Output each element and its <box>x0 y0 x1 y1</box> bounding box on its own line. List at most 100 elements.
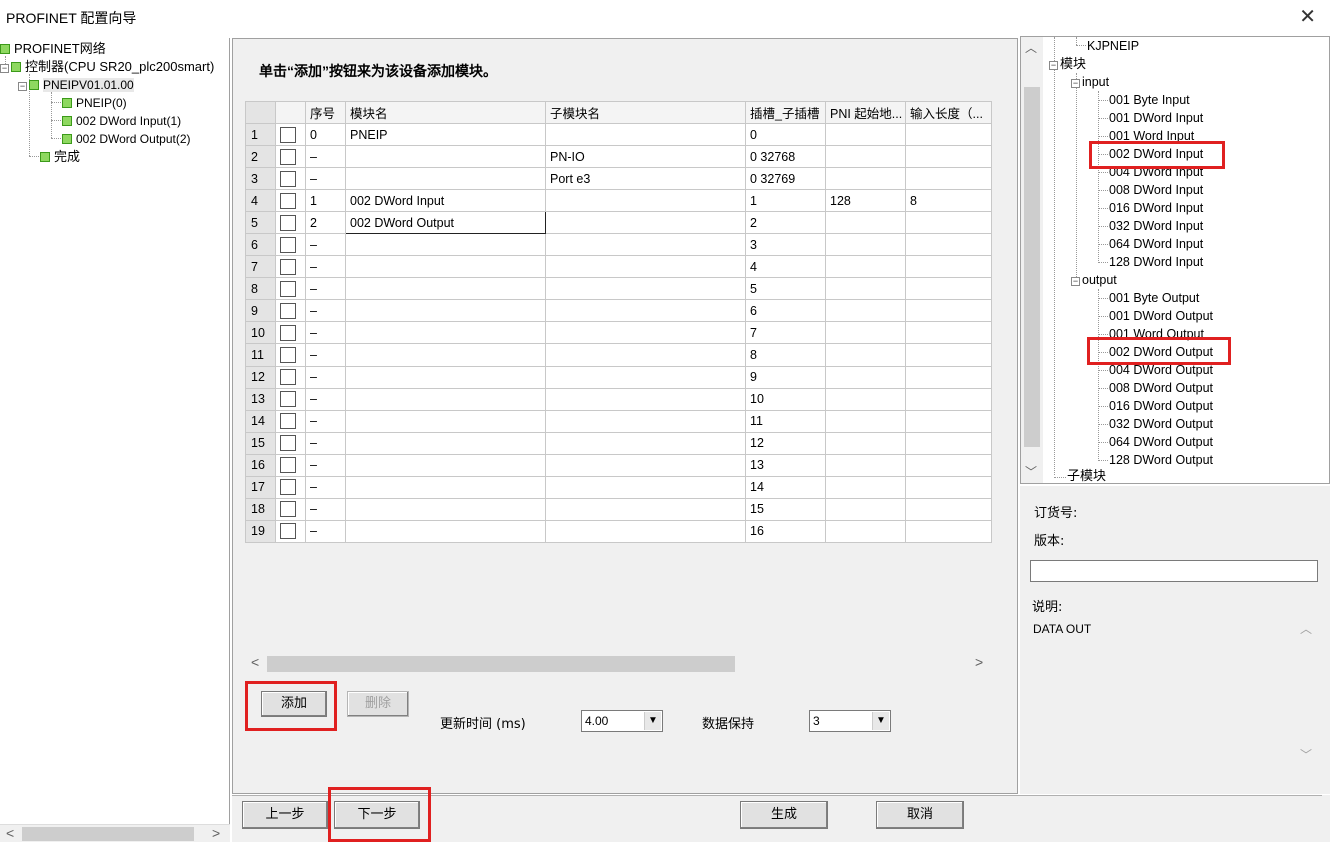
version-field[interactable] <box>1030 560 1318 582</box>
cell-module-name[interactable] <box>345 497 546 521</box>
header-slot[interactable]: 插槽_子插槽 <box>745 101 826 124</box>
catalog-top-item[interactable]: KJPNEIP <box>1087 37 1139 55</box>
collapse-icon[interactable]: − <box>18 82 27 91</box>
close-icon[interactable]: ✕ <box>1299 4 1316 29</box>
delete-button[interactable]: 删除 <box>347 691 409 717</box>
scroll-thumb[interactable] <box>22 827 194 841</box>
checkbox[interactable] <box>280 280 296 297</box>
module-catalog-tree[interactable]: ︿ ﹀ KJPNEIP − 模块 − input 001 Byte Input 001… <box>1020 36 1330 484</box>
cell-module-name[interactable] <box>345 365 546 389</box>
table-row[interactable]: 3 – Port e3 0 32769 <box>245 167 992 191</box>
cell-pni-address[interactable] <box>825 497 906 521</box>
cell-pni-address[interactable] <box>825 343 906 367</box>
cell-module-name[interactable]: 002 DWord Output <box>345 211 546 235</box>
collapse-icon[interactable]: − <box>1049 61 1058 70</box>
cell-module-name[interactable] <box>345 519 546 544</box>
cell-module-name[interactable] <box>345 409 546 433</box>
row-checkbox[interactable] <box>275 365 306 389</box>
tree-device[interactable]: − PNEIPV01.01.00 <box>18 76 134 94</box>
catalog-item[interactable]: 032 DWord Output <box>1109 415 1213 433</box>
tree-root[interactable]: PROFINET网络 <box>0 40 106 58</box>
cell-pni-address[interactable] <box>825 409 906 433</box>
checkbox[interactable] <box>280 346 296 363</box>
table-row[interactable]: 7 – 4 <box>245 255 992 279</box>
cell-module-name[interactable]: 002 DWord Input <box>345 189 546 213</box>
description-scrollbar[interactable]: ︿ ﹀ <box>1296 618 1316 768</box>
catalog-submodules[interactable]: 子模块 <box>1067 467 1106 483</box>
scroll-right-icon[interactable]: > <box>212 825 220 841</box>
cell-module-name[interactable] <box>345 343 546 367</box>
cell-pni-address[interactable] <box>825 299 906 323</box>
row-checkbox[interactable] <box>275 255 306 279</box>
checkbox[interactable] <box>280 369 296 386</box>
catalog-item[interactable]: 001 DWord Input <box>1109 109 1203 127</box>
scroll-down-icon[interactable]: ﹀ <box>1300 746 1312 763</box>
catalog-item[interactable]: 001 DWord Output <box>1109 307 1213 325</box>
table-row[interactable]: 13 – 10 <box>245 387 992 411</box>
table-row[interactable]: 17 – 14 <box>245 475 992 499</box>
scroll-down-icon[interactable]: ﹀ <box>1025 463 1037 480</box>
cell-pni-address[interactable] <box>825 387 906 411</box>
data-hold-select[interactable]: 3 ▼ <box>809 710 891 732</box>
table-row[interactable]: 2 – PN-IO 0 32768 <box>245 145 992 169</box>
table-row[interactable]: 9 – 6 <box>245 299 992 323</box>
checkbox[interactable] <box>280 413 296 430</box>
catalog-item[interactable]: 001 Byte Output <box>1109 289 1199 307</box>
cell-pni-address[interactable] <box>825 321 906 345</box>
checkbox[interactable] <box>280 236 296 253</box>
row-checkbox[interactable] <box>275 475 306 499</box>
dropdown-arrow-icon[interactable]: ▼ <box>644 712 661 730</box>
cell-module-name[interactable] <box>345 321 546 345</box>
checkbox[interactable] <box>280 148 296 165</box>
table-row[interactable]: 15 – 12 <box>245 431 992 455</box>
grid-horizontal-scrollbar[interactable]: < > <box>245 653 991 673</box>
row-checkbox[interactable] <box>275 409 306 433</box>
cell-pni-address[interactable]: 128 <box>825 189 906 213</box>
table-row[interactable]: 1 0 PNEIP 0 <box>245 122 992 147</box>
catalog-item[interactable]: 008 DWord Input <box>1109 181 1203 199</box>
table-row[interactable]: 6 – 3 <box>245 233 992 257</box>
cell-pni-address[interactable] <box>825 365 906 389</box>
row-checkbox[interactable] <box>275 321 306 345</box>
header-pni-address[interactable]: PNI 起始地... <box>825 101 906 124</box>
checkbox[interactable] <box>280 214 296 231</box>
scroll-up-icon[interactable]: ︿ <box>1025 39 1037 56</box>
catalog-item[interactable]: 016 DWord Output <box>1109 397 1213 415</box>
row-checkbox[interactable] <box>275 497 306 521</box>
checkbox[interactable] <box>280 479 296 496</box>
tree-finish[interactable]: 完成 <box>40 148 80 166</box>
cancel-button[interactable]: 取消 <box>876 801 964 829</box>
row-checkbox[interactable] <box>275 431 306 455</box>
catalog-item[interactable]: 016 DWord Input <box>1109 199 1203 217</box>
catalog-item[interactable]: 128 DWord Output <box>1109 451 1213 469</box>
cell-pni-address[interactable] <box>825 277 906 301</box>
cell-pni-address[interactable] <box>825 122 906 147</box>
checkbox[interactable] <box>280 192 296 209</box>
network-tree[interactable]: PROFINET网络 − 控制器(CPU SR20_plc200smart) − P… <box>0 38 230 842</box>
left-horizontal-scrollbar[interactable]: < > <box>0 824 230 842</box>
table-row[interactable]: 18 – 15 <box>245 497 992 521</box>
header-input-length[interactable]: 输入长度（... <box>905 101 992 124</box>
prev-button[interactable]: 上一步 <box>242 801 328 829</box>
cell-module-name[interactable]: PNEIP <box>345 122 546 147</box>
row-checkbox[interactable] <box>275 122 306 147</box>
scroll-thumb[interactable] <box>267 656 735 672</box>
row-checkbox[interactable] <box>275 519 306 544</box>
header-seq[interactable]: 序号 <box>305 101 346 124</box>
collapse-icon[interactable]: − <box>1071 79 1080 88</box>
checkbox[interactable] <box>280 170 296 187</box>
cell-module-name[interactable] <box>345 277 546 301</box>
table-row[interactable]: 16 – 13 <box>245 453 992 477</box>
generate-button[interactable]: 生成 <box>740 801 828 829</box>
dropdown-arrow-icon[interactable]: ▼ <box>872 712 889 730</box>
table-row[interactable]: 8 – 5 <box>245 277 992 301</box>
header-module-name[interactable]: 模块名 <box>345 101 546 124</box>
cell-module-name[interactable] <box>345 453 546 477</box>
cell-module-name[interactable] <box>345 387 546 411</box>
cell-module-name[interactable] <box>345 475 546 499</box>
cell-pni-address[interactable] <box>825 519 906 544</box>
cell-pni-address[interactable] <box>825 475 906 499</box>
scroll-left-icon[interactable]: < <box>251 654 259 670</box>
row-checkbox[interactable] <box>275 343 306 367</box>
row-checkbox[interactable] <box>275 453 306 477</box>
